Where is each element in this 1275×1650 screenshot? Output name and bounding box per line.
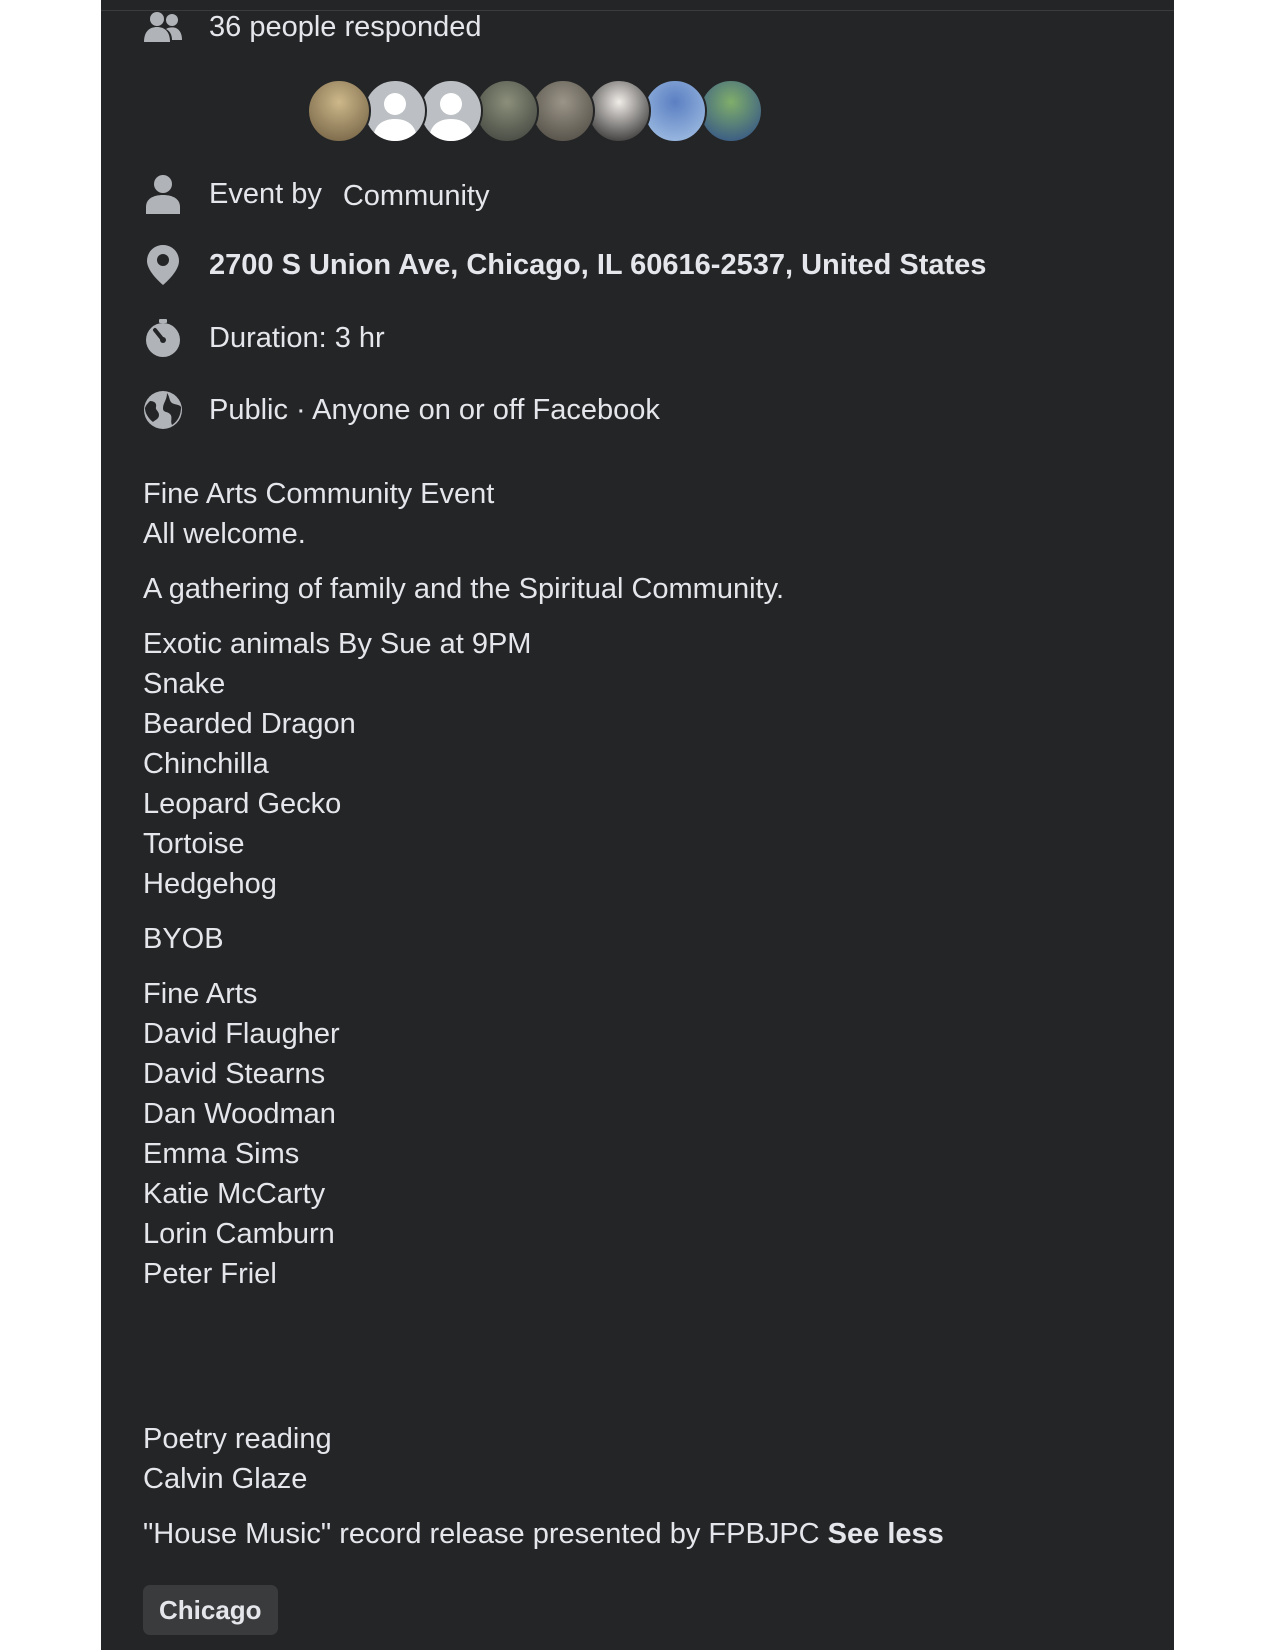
artist-item: Peter Friel <box>143 1258 277 1290</box>
avatar-4[interactable] <box>475 79 539 143</box>
responder-avatars <box>307 79 763 143</box>
globe-icon <box>143 390 183 430</box>
artist-item: Dan Woodman <box>143 1098 336 1130</box>
location-tag-chip[interactable]: Chicago <box>143 1585 278 1635</box>
location-pin-icon <box>143 245 183 285</box>
music-line: "House Music" record release presented b… <box>143 1514 1123 1554</box>
responded-count: 36 people responded <box>209 10 482 43</box>
animal-item: Chinchilla <box>143 748 269 780</box>
responded-row[interactable]: 36 people responded <box>143 7 482 47</box>
people-icon <box>143 7 183 47</box>
person-icon <box>143 174 183 214</box>
avatar-2-default[interactable] <box>363 79 427 143</box>
description-gathering: A gathering of family and the Spiritual … <box>143 573 785 605</box>
event-host-link[interactable]: Community <box>343 180 490 213</box>
artist-item: David Stearns <box>143 1058 326 1090</box>
avatar-5[interactable] <box>531 79 595 143</box>
avatar-1[interactable] <box>307 79 371 143</box>
animals-heading: Exotic animals By Sue at 9PM <box>143 628 532 660</box>
description-welcome: All welcome. <box>143 518 306 550</box>
artist-item: David Flaugher <box>143 1018 340 1050</box>
poetry-heading: Poetry reading <box>143 1423 332 1455</box>
animal-item: Tortoise <box>143 828 245 860</box>
privacy-row: Public · Anyone on or off Facebook <box>143 390 660 430</box>
arts-heading: Fine Arts <box>143 978 258 1010</box>
description-title: Fine Arts Community Event <box>143 478 495 510</box>
avatar-3-default[interactable] <box>419 79 483 143</box>
artist-item: Katie McCarty <box>143 1178 326 1210</box>
event-details-panel: 36 people responded Event by Community 2… <box>101 0 1174 1650</box>
avatar-7[interactable] <box>643 79 707 143</box>
duration-text: Duration: 3 hr <box>209 321 385 354</box>
duration-row: Duration: 3 hr <box>143 318 385 358</box>
animal-item: Snake <box>143 668 226 700</box>
avatar-8[interactable] <box>699 79 763 143</box>
music-text: "House Music" record release presented b… <box>143 1518 820 1550</box>
default-avatar-silhouette-icon <box>373 93 417 141</box>
animal-item: Bearded Dragon <box>143 708 356 740</box>
avatar-6[interactable] <box>587 79 651 143</box>
artist-item: Lorin Camburn <box>143 1218 335 1250</box>
animal-item: Hedgehog <box>143 868 277 900</box>
byob-note: BYOB <box>143 923 224 955</box>
see-less-button[interactable]: See less <box>828 1518 944 1550</box>
location-row[interactable]: 2700 S Union Ave, Chicago, IL 60616-2537… <box>143 245 986 285</box>
location-address[interactable]: 2700 S Union Ave, Chicago, IL 60616-2537… <box>209 249 986 282</box>
poet-name: Calvin Glaze <box>143 1463 308 1495</box>
artist-item: Emma Sims <box>143 1138 300 1170</box>
privacy-text: Public · Anyone on or off Facebook <box>209 393 660 426</box>
event-by-row: Event by Community <box>143 174 490 214</box>
stopwatch-icon <box>143 318 183 358</box>
animal-item: Leopard Gecko <box>143 788 342 820</box>
event-by-label: Event by <box>209 177 322 210</box>
event-description: Fine Arts Community Event All welcome. A… <box>143 474 1123 1554</box>
default-avatar-silhouette-icon <box>429 93 473 141</box>
